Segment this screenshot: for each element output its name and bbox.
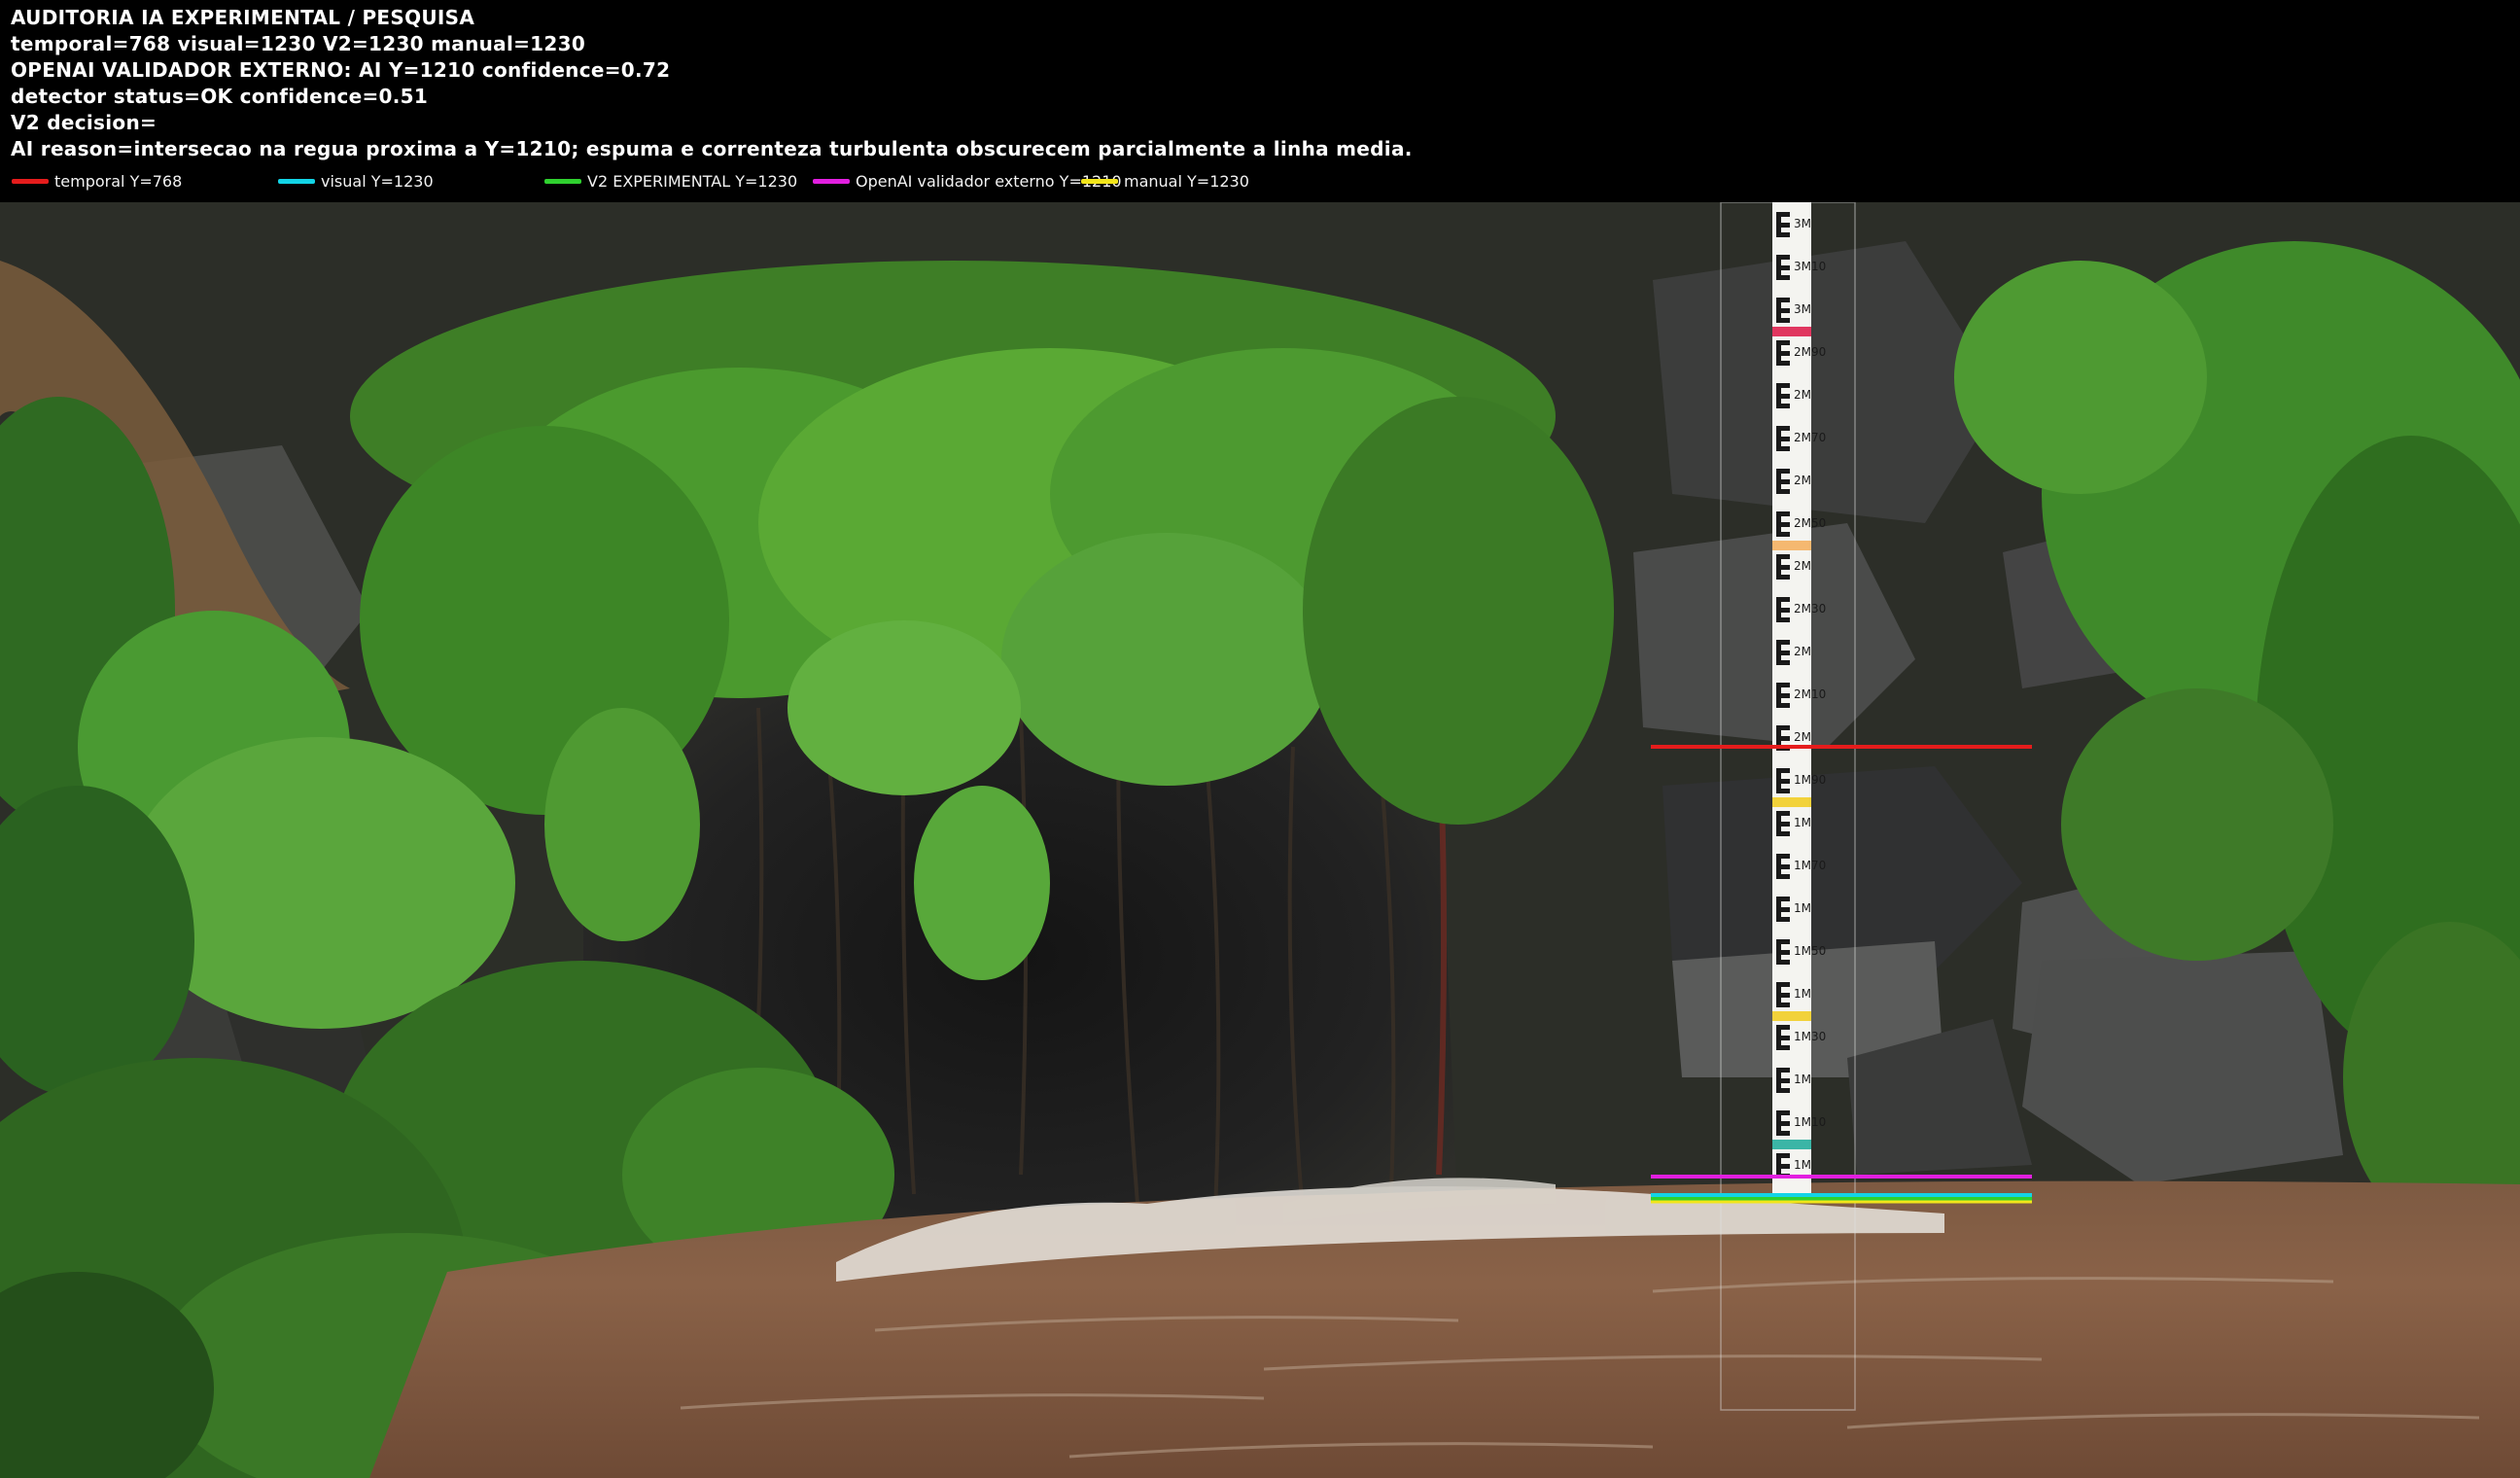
river-scene: 3M 3M10 3M 2M90 2M 2M70 2M 2M50 2M 2M30 2M 2M10 2M 1M…: [0, 202, 2520, 1478]
gauge-label: 2M: [1794, 730, 1811, 744]
legend-swatch-openai: [813, 179, 850, 184]
gauge-label: 1M30: [1794, 1030, 1826, 1043]
gauge-label: 2M: [1794, 559, 1811, 573]
legend-label-visual: visual Y=1230: [321, 172, 434, 191]
legend-label-v2: V2 EXPERIMENTAL Y=1230: [587, 172, 798, 191]
gauge-label: 2M: [1794, 645, 1811, 658]
gauge-label: 2M: [1794, 388, 1811, 402]
gauge-label: 2M70: [1794, 431, 1826, 444]
gauge-label: 2M90: [1794, 345, 1826, 359]
detector-status-line: detector status=OK confidence=0.51: [11, 85, 429, 108]
info-header: AUDITORIA IA EXPERIMENTAL / PESQUISA tem…: [0, 0, 2520, 202]
gauge-label: 3M: [1794, 302, 1811, 316]
v2-decision-line: V2 decision=: [11, 111, 158, 134]
gauge-label: 2M30: [1794, 602, 1826, 616]
gauge-label: 1M: [1794, 1158, 1811, 1172]
gauge-label: 1M: [1794, 816, 1811, 829]
audit-title: AUDITORIA IA EXPERIMENTAL / PESQUISA: [11, 6, 475, 29]
gauge-label: 1M90: [1794, 773, 1826, 787]
openai-validator-line: OPENAI VALIDADOR EXTERNO: AI Y=1210 conf…: [11, 58, 671, 82]
gauge-label: 2M10: [1794, 687, 1826, 701]
gauge-label: 1M: [1794, 987, 1811, 1001]
gauge-label: 1M50: [1794, 944, 1826, 958]
readings-line: temporal=768 visual=1230 V2=1230 manual=…: [11, 32, 586, 55]
gauge-label: 3M10: [1794, 260, 1826, 273]
gauge-label: 3M: [1794, 217, 1811, 230]
gauge-label: 1M: [1794, 1073, 1811, 1086]
camera-frame: 3M 3M10 3M 2M90 2M 2M70 2M 2M50 2M 2M30 2M 2M10 2M 1M…: [0, 202, 2520, 1478]
legend-swatch-v2: [544, 179, 581, 184]
legend-label-manual: manual Y=1230: [1124, 172, 1249, 191]
legend-label-temporal: temporal Y=768: [54, 172, 183, 191]
legend-swatch-temporal: [12, 179, 49, 184]
legend: temporal Y=768 visual Y=1230 V2 EXPERIME…: [0, 169, 2520, 194]
gauge-label: 1M: [1794, 901, 1811, 915]
legend-swatch-manual: [1081, 179, 1118, 184]
gauge-label: 1M70: [1794, 859, 1826, 872]
gauge-label: 2M: [1794, 474, 1811, 487]
gauge-label: 2M50: [1794, 516, 1826, 530]
ai-reason-line: AI reason=intersecao na regua proxima a …: [11, 137, 1413, 160]
legend-swatch-visual: [278, 179, 315, 184]
gauge-label: 1M10: [1794, 1115, 1826, 1129]
